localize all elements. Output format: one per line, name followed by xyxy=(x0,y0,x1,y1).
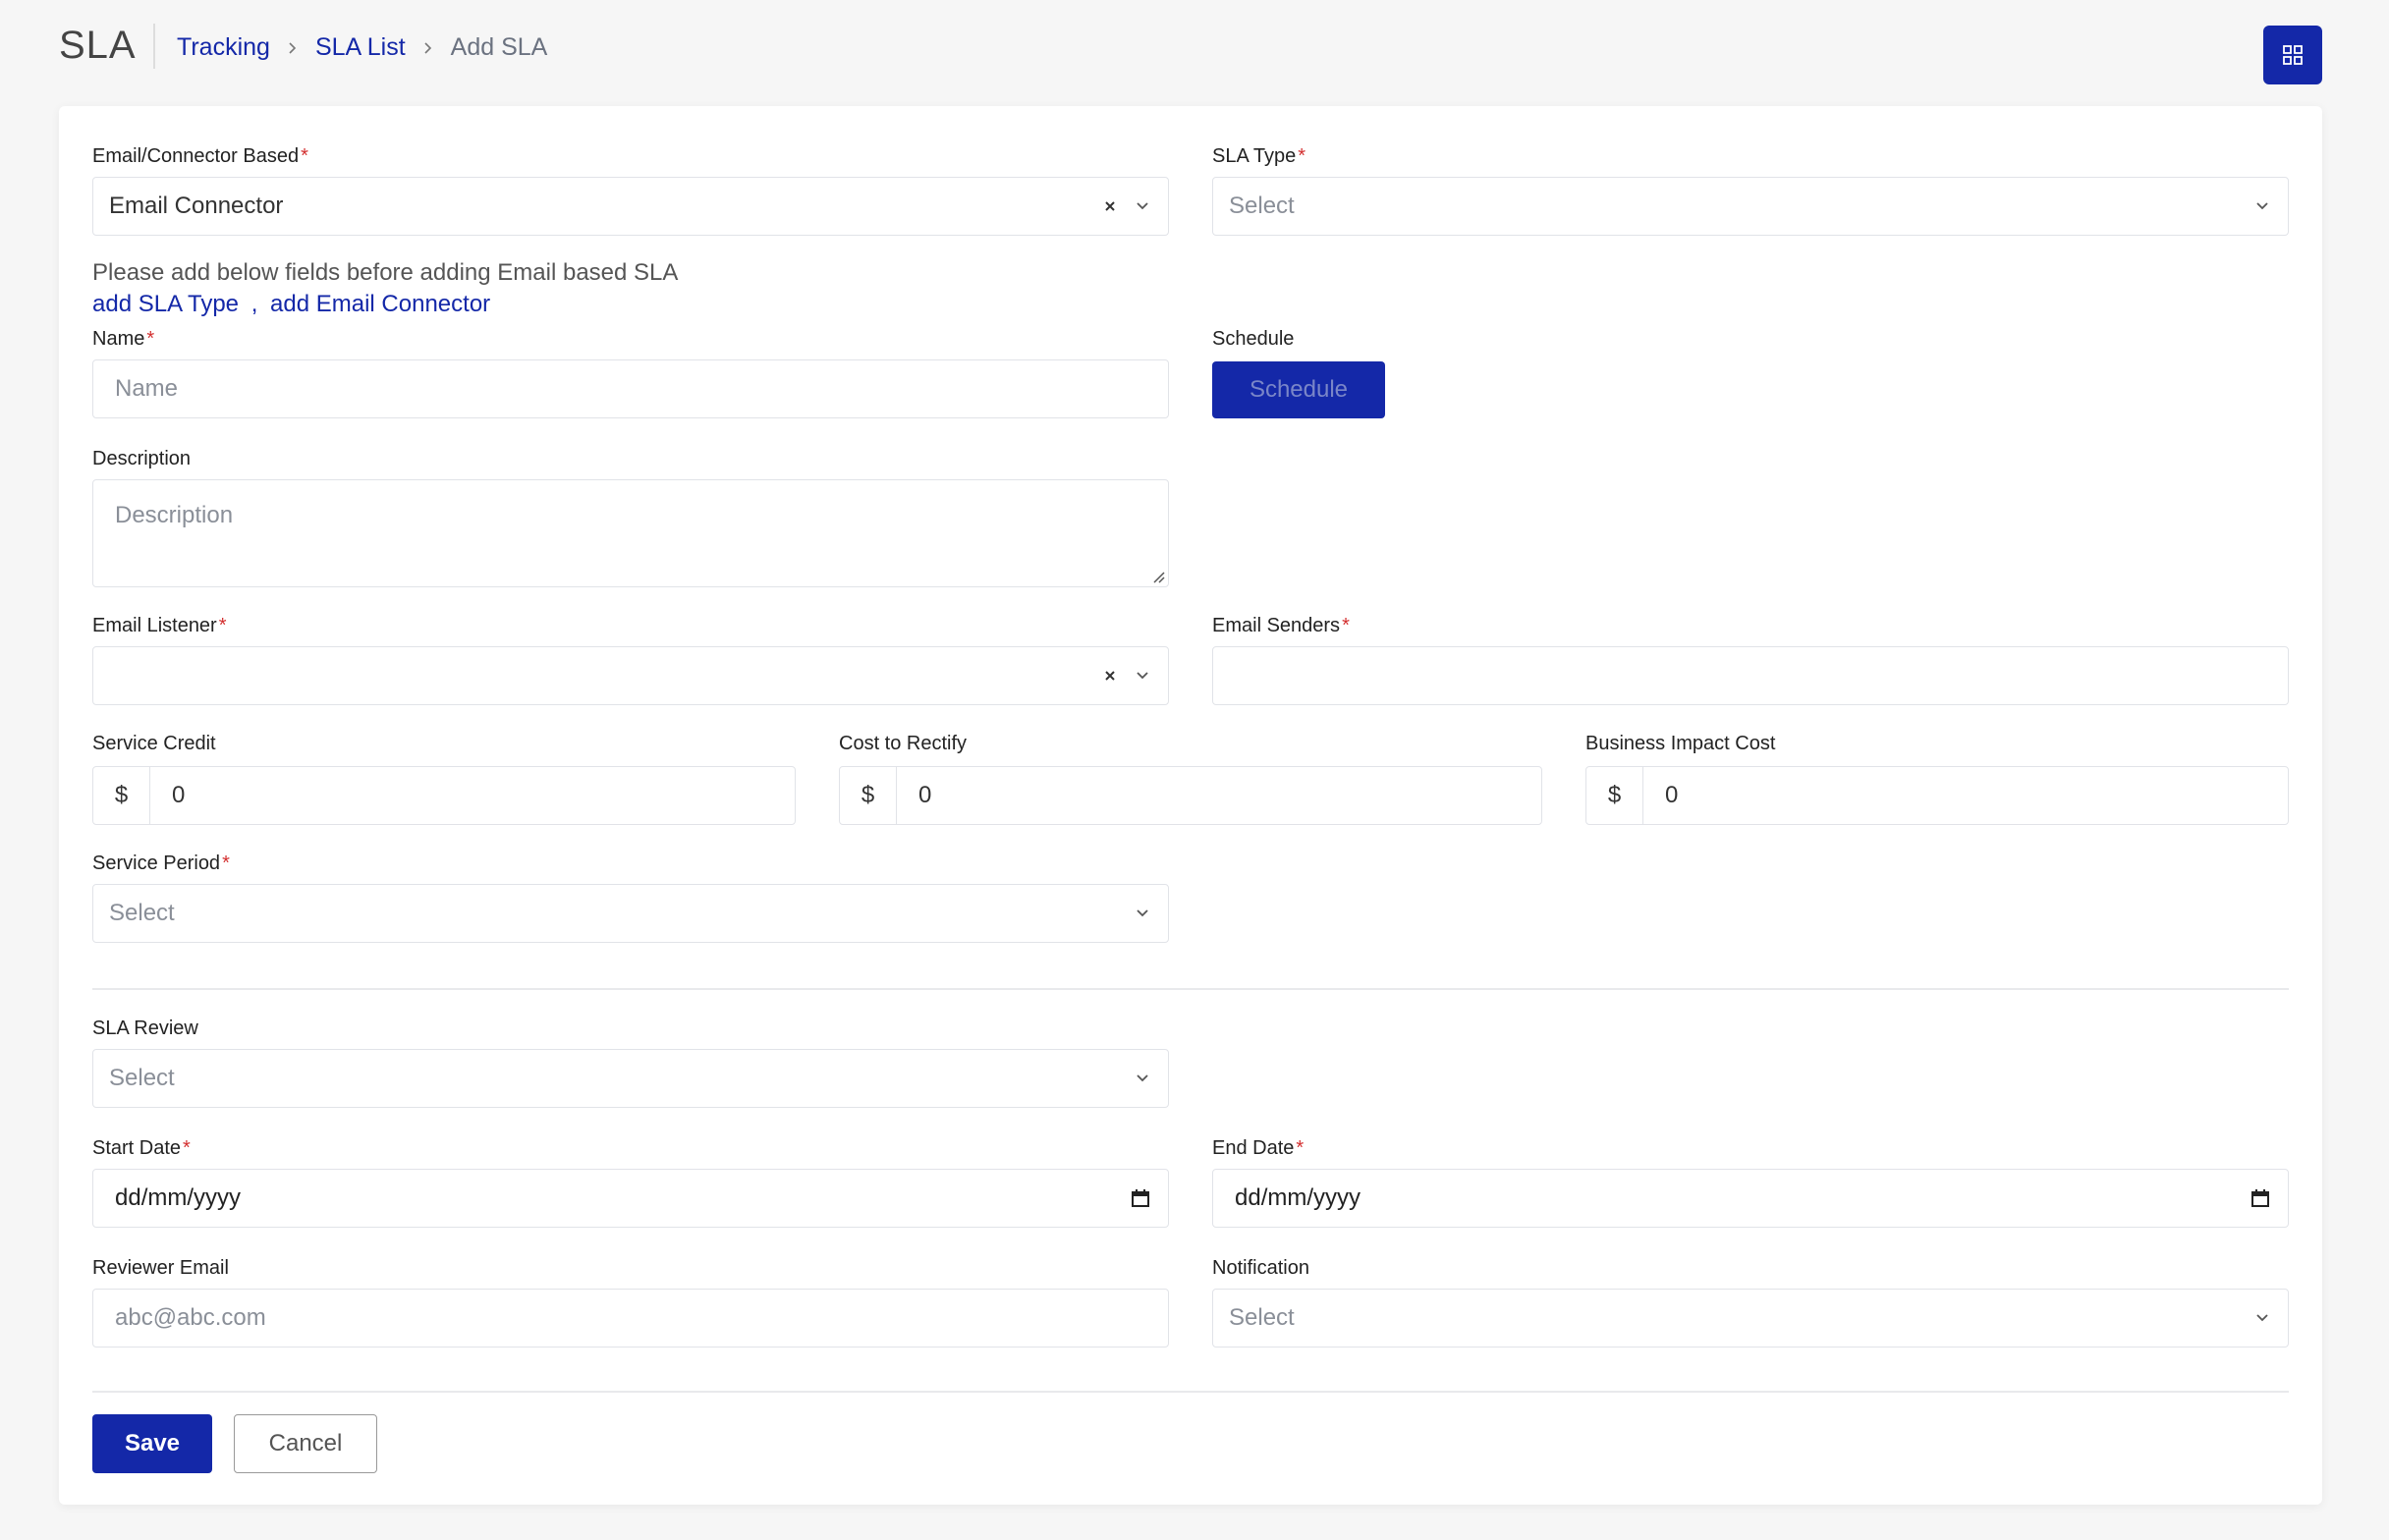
chevron-down-icon xyxy=(1137,202,1148,210)
notification-select[interactable]: Select xyxy=(1212,1289,2289,1348)
sla-review-select[interactable]: Select xyxy=(92,1049,1169,1108)
cost-to-rectify-input[interactable]: $ 0 xyxy=(839,766,1542,825)
end-date-value: dd/mm/yyyy xyxy=(1235,1184,1361,1211)
grid-icon xyxy=(2283,45,2303,65)
chevron-down-icon xyxy=(2256,202,2268,210)
cost-to-rectify-value: 0 xyxy=(918,782,932,808)
chevron-right-icon xyxy=(421,41,435,55)
chevron-right-icon xyxy=(286,41,300,55)
business-impact-cost-value: 0 xyxy=(1665,782,1679,808)
cost-to-rectify-label: Cost to Rectify xyxy=(839,733,968,754)
add-email-connector-link[interactable]: add Email Connector xyxy=(270,291,490,317)
business-impact-cost-currency: $ xyxy=(1586,767,1643,824)
breadcrumb-tracking-link[interactable]: Tracking xyxy=(177,33,270,62)
breadcrumb: Tracking SLA List Add SLA xyxy=(177,33,547,62)
service-period-select[interactable]: Select xyxy=(92,884,1169,943)
schedule-label: Schedule xyxy=(1212,328,1295,350)
start-date-input[interactable]: dd/mm/yyyy xyxy=(92,1169,1169,1228)
chevron-down-icon xyxy=(1137,1074,1148,1082)
description-textarea[interactable]: Description xyxy=(92,479,1169,587)
grid-menu-button[interactable] xyxy=(2263,26,2322,84)
notification-placeholder: Select xyxy=(1229,1304,1295,1331)
chevron-down-icon xyxy=(1137,909,1148,917)
add-sla-type-link[interactable]: add SLA Type xyxy=(92,291,239,317)
email-listener-select[interactable] xyxy=(92,646,1169,705)
name-input[interactable]: Name xyxy=(92,359,1169,418)
email-senders-label: Email Senders * xyxy=(1212,615,1350,636)
start-date-value: dd/mm/yyyy xyxy=(115,1184,242,1211)
service-credit-currency: $ xyxy=(93,767,150,824)
end-date-label: End Date * xyxy=(1212,1137,1305,1159)
link-separator: , xyxy=(250,291,258,317)
sla-type-placeholder: Select xyxy=(1229,192,1295,219)
schedule-button[interactable]: Schedule xyxy=(1212,361,1385,418)
email-sla-info-text: Please add below fields before adding Em… xyxy=(92,259,679,286)
breadcrumb-sla-list-link[interactable]: SLA List xyxy=(315,33,406,62)
service-credit-input[interactable]: $ 0 xyxy=(92,766,796,825)
clear-icon[interactable] xyxy=(1103,669,1117,683)
calendar-icon[interactable] xyxy=(2250,1188,2270,1208)
notification-label: Notification xyxy=(1212,1257,1309,1279)
name-label: Name * xyxy=(92,328,155,350)
description-placeholder: Description xyxy=(115,502,234,528)
business-impact-cost-input[interactable]: $ 0 xyxy=(1585,766,2289,825)
end-date-input[interactable]: dd/mm/yyyy xyxy=(1212,1169,2289,1228)
chevron-down-icon xyxy=(2256,1314,2268,1322)
email-connector-based-label: Email/Connector Based * xyxy=(92,145,308,167)
email-listener-label: Email Listener * xyxy=(92,615,227,636)
sla-type-label: SLA Type * xyxy=(1212,145,1306,167)
service-period-label: Service Period * xyxy=(92,852,230,874)
reviewer-email-placeholder: abc@abc.com xyxy=(115,1304,266,1331)
page-header: SLA Tracking SLA List Add SLA xyxy=(0,0,2389,98)
email-connector-based-value: Email Connector xyxy=(109,192,284,219)
email-connector-based-select[interactable]: Email Connector xyxy=(92,177,1169,236)
actions-divider xyxy=(92,1391,2289,1393)
clear-icon[interactable] xyxy=(1103,199,1117,213)
save-button[interactable]: Save xyxy=(92,1414,212,1473)
start-date-label: Start Date * xyxy=(92,1137,191,1159)
page-title: SLA xyxy=(59,24,137,67)
service-period-placeholder: Select xyxy=(109,900,175,926)
cancel-button[interactable]: Cancel xyxy=(234,1414,377,1473)
sla-review-placeholder: Select xyxy=(109,1065,175,1091)
business-impact-cost-label: Business Impact Cost xyxy=(1585,733,1776,754)
section-divider xyxy=(92,988,2289,990)
service-credit-label: Service Credit xyxy=(92,733,216,754)
resize-grip-icon[interactable] xyxy=(1150,569,1166,584)
sla-review-label: SLA Review xyxy=(92,1018,198,1039)
calendar-icon[interactable] xyxy=(1131,1188,1150,1208)
reviewer-email-label: Reviewer Email xyxy=(92,1257,229,1279)
cost-to-rectify-currency: $ xyxy=(840,767,897,824)
sla-form-card: Email/Connector Based * Email Connector S… xyxy=(59,106,2322,1505)
title-divider xyxy=(153,24,155,69)
email-senders-input[interactable] xyxy=(1212,646,2289,705)
sla-type-select[interactable]: Select xyxy=(1212,177,2289,236)
name-placeholder: Name xyxy=(115,375,179,402)
breadcrumb-current: Add SLA xyxy=(450,33,548,61)
reviewer-email-input[interactable]: abc@abc.com xyxy=(92,1289,1169,1348)
description-label: Description xyxy=(92,448,192,469)
info-links: add SLA Type , add Email Connector xyxy=(92,291,490,318)
chevron-down-icon xyxy=(1137,672,1148,680)
service-credit-value: 0 xyxy=(172,782,186,808)
